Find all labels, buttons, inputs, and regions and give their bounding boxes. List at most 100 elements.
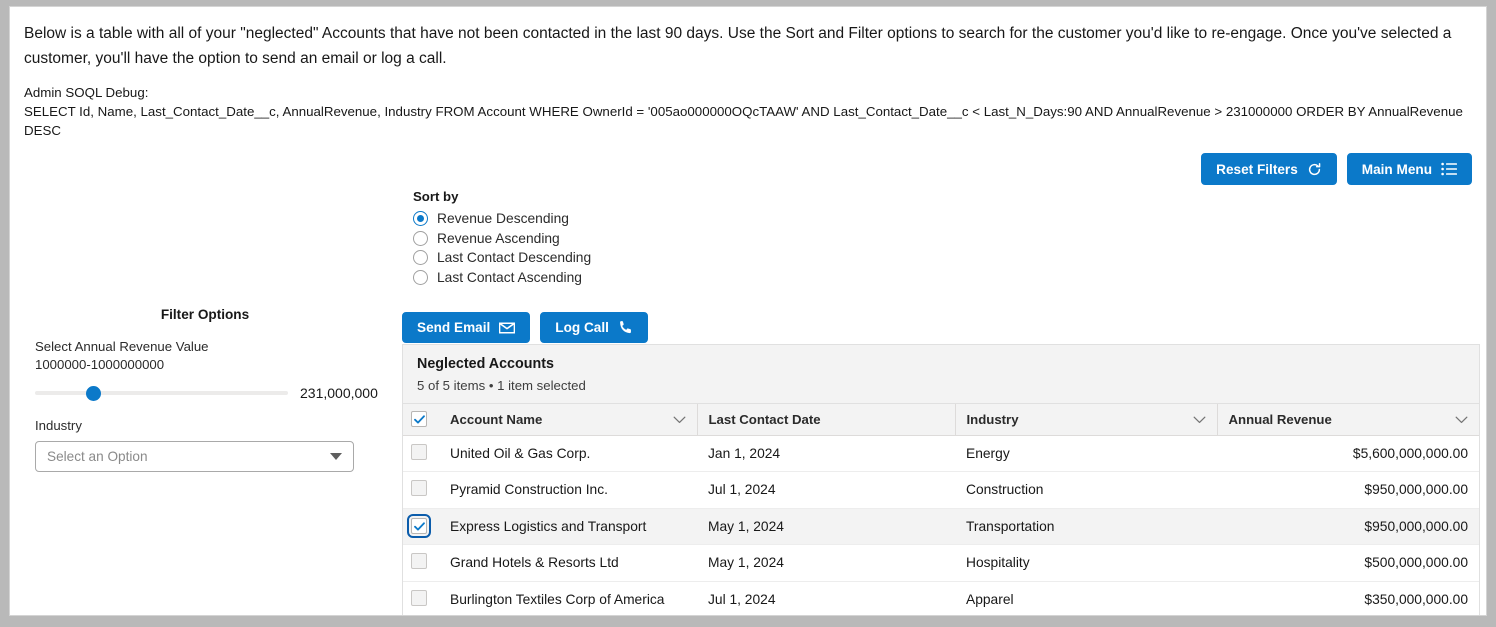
- reset-filters-button[interactable]: Reset Filters: [1201, 153, 1337, 185]
- cell-annual-revenue: $950,000,000.00: [1217, 471, 1479, 509]
- chevron-down-icon[interactable]: [1193, 412, 1206, 427]
- cell-account-name: United Oil & Gas Corp.: [439, 435, 697, 472]
- cell-account-name: Pyramid Construction Inc.: [439, 471, 697, 509]
- row-select-cell: [403, 471, 439, 509]
- accounts-table: Account Name Last Contact Date Industry …: [403, 404, 1479, 615]
- row-select-checkbox[interactable]: [407, 514, 431, 539]
- log-call-label: Log Call: [555, 320, 609, 335]
- column-header-last-contact-date[interactable]: Last Contact Date: [697, 404, 956, 436]
- soql-debug-label: Admin SOQL Debug:: [24, 85, 149, 100]
- cell-last-contact-date: Jan 1, 2024: [697, 435, 955, 472]
- refresh-icon: [1307, 162, 1322, 177]
- row-select-checkbox[interactable]: [411, 553, 427, 570]
- column-label: Industry: [966, 411, 1019, 427]
- table-header-row: Account Name Last Contact Date Industry …: [403, 404, 1479, 436]
- soql-debug-query: SELECT Id, Name, Last_Contact_Date__c, A…: [24, 104, 1463, 138]
- send-email-label: Send Email: [417, 320, 491, 335]
- chevron-down-icon: [330, 453, 342, 460]
- industry-select[interactable]: Select an Option: [35, 441, 354, 472]
- table-row[interactable]: Burlington Textiles Corp of America Jul 1…: [403, 581, 1479, 615]
- cell-annual-revenue: $500,000,000.00: [1217, 544, 1479, 582]
- cell-annual-revenue: $5,600,000,000.00: [1217, 435, 1479, 472]
- table-item-count: 5 of 5 items • 1 item selected: [417, 378, 586, 393]
- reset-filters-label: Reset Filters: [1216, 161, 1298, 177]
- log-call-button[interactable]: Log Call: [540, 312, 648, 343]
- cell-industry: Transportation: [955, 508, 1217, 545]
- annual-revenue-slider[interactable]: [35, 385, 288, 401]
- phone-icon: [618, 320, 633, 335]
- cell-industry: Apparel: [955, 581, 1217, 615]
- column-label: Annual Revenue: [1228, 411, 1332, 427]
- sort-by-group: Sort by Revenue Descending Revenue Ascen…: [413, 189, 591, 287]
- column-label: Account Name: [450, 411, 543, 427]
- neglected-accounts-table: Neglected Accounts 5 of 5 items • 1 item…: [402, 344, 1480, 615]
- column-header-industry[interactable]: Industry: [955, 404, 1218, 436]
- row-select-cell: [403, 581, 439, 615]
- annual-revenue-slider-label: Select Annual Revenue Value: [35, 339, 209, 354]
- radio-icon[interactable]: [413, 230, 428, 246]
- sort-option-label: Revenue Descending: [437, 211, 569, 227]
- intro-paragraph: Below is a table with all of your "negle…: [24, 25, 1452, 67]
- row-select-checkbox[interactable]: [411, 443, 427, 460]
- column-header-account-name[interactable]: Account Name: [439, 404, 698, 436]
- table-row[interactable]: Grand Hotels & Resorts Ltd May 1, 2024 Hos…: [403, 544, 1479, 582]
- content-card: Below is a table with all of your "negle…: [9, 6, 1487, 616]
- industry-filter-label: Industry: [35, 418, 82, 433]
- cell-industry: Construction: [955, 471, 1217, 509]
- cell-industry: Energy: [955, 435, 1217, 472]
- radio-icon[interactable]: [413, 269, 428, 285]
- chevron-down-icon[interactable]: [673, 412, 686, 427]
- cell-industry: Hospitality: [955, 544, 1217, 582]
- table-title: Neglected Accounts: [417, 356, 554, 372]
- record-actions: Send Email Log Call: [402, 312, 648, 343]
- cell-annual-revenue: $350,000,000.00: [1217, 581, 1479, 615]
- row-select-cell: [403, 508, 439, 545]
- sort-by-title: Sort by: [413, 189, 459, 204]
- list-menu-icon: [1441, 162, 1457, 176]
- top-toolbar: Reset Filters Main Menu: [1201, 153, 1472, 185]
- envelope-icon: [499, 322, 516, 334]
- table-row[interactable]: Pyramid Construction Inc. Jul 1, 2024 Cons…: [403, 471, 1479, 509]
- cell-last-contact-date: Jul 1, 2024: [697, 471, 955, 509]
- filter-options-panel: Filter Options Select Annual Revenue Val…: [35, 307, 378, 472]
- row-select-cell: [403, 544, 439, 582]
- sort-option-last-contact-descending[interactable]: Last Contact Descending: [413, 248, 591, 268]
- sort-option-revenue-ascending[interactable]: Revenue Ascending: [413, 229, 591, 249]
- cell-account-name: Burlington Textiles Corp of America: [439, 581, 697, 615]
- annual-revenue-range-label: 1000000-1000000000: [35, 357, 165, 372]
- row-select-cell: [403, 435, 439, 472]
- select-all-checkbox[interactable]: [411, 411, 427, 428]
- cell-last-contact-date: May 1, 2024: [697, 544, 955, 582]
- app-viewport: Below is a table with all of your "negle…: [0, 0, 1496, 627]
- row-select-checkbox[interactable]: [411, 480, 427, 497]
- chevron-down-icon[interactable]: [1455, 412, 1468, 427]
- industry-select-value: Select an Option: [47, 449, 148, 464]
- sort-option-last-contact-ascending[interactable]: Last Contact Ascending: [413, 268, 591, 288]
- slider-thumb[interactable]: [86, 386, 102, 401]
- cell-annual-revenue: $950,000,000.00: [1217, 508, 1479, 545]
- send-email-button[interactable]: Send Email: [402, 312, 531, 343]
- cell-last-contact-date: May 1, 2024: [697, 508, 955, 545]
- slider-track: [35, 391, 288, 395]
- main-menu-button[interactable]: Main Menu: [1346, 153, 1472, 185]
- cell-last-contact-date: Jul 1, 2024: [697, 581, 955, 615]
- table-header-panel: Neglected Accounts 5 of 5 items • 1 item…: [403, 345, 1479, 404]
- cell-account-name: Express Logistics and Transport: [439, 508, 697, 545]
- sort-option-label: Last Contact Descending: [437, 250, 592, 266]
- cell-account-name: Grand Hotels & Resorts Ltd: [439, 544, 697, 582]
- annual-revenue-slider-row: 231,000,000: [35, 385, 378, 401]
- table-body: United Oil & Gas Corp. Jan 1, 2024 Energy $…: [403, 435, 1479, 615]
- radio-icon[interactable]: [413, 211, 428, 227]
- main-menu-label: Main Menu: [1361, 161, 1432, 177]
- column-header-annual-revenue[interactable]: Annual Revenue: [1217, 404, 1479, 436]
- sort-option-label: Last Contact Ascending: [437, 269, 582, 285]
- sort-option-label: Revenue Ascending: [437, 230, 560, 246]
- column-label: Last Contact Date: [708, 411, 821, 427]
- radio-icon[interactable]: [413, 250, 428, 266]
- table-row[interactable]: United Oil & Gas Corp. Jan 1, 2024 Energy $…: [403, 435, 1479, 472]
- sort-option-revenue-descending[interactable]: Revenue Descending: [413, 209, 591, 229]
- table-row[interactable]: Express Logistics and Transport May 1, 20…: [403, 508, 1479, 545]
- row-select-checkbox[interactable]: [411, 589, 427, 606]
- annual-revenue-value: 231,000,000: [300, 385, 378, 401]
- select-all-header: [403, 404, 439, 436]
